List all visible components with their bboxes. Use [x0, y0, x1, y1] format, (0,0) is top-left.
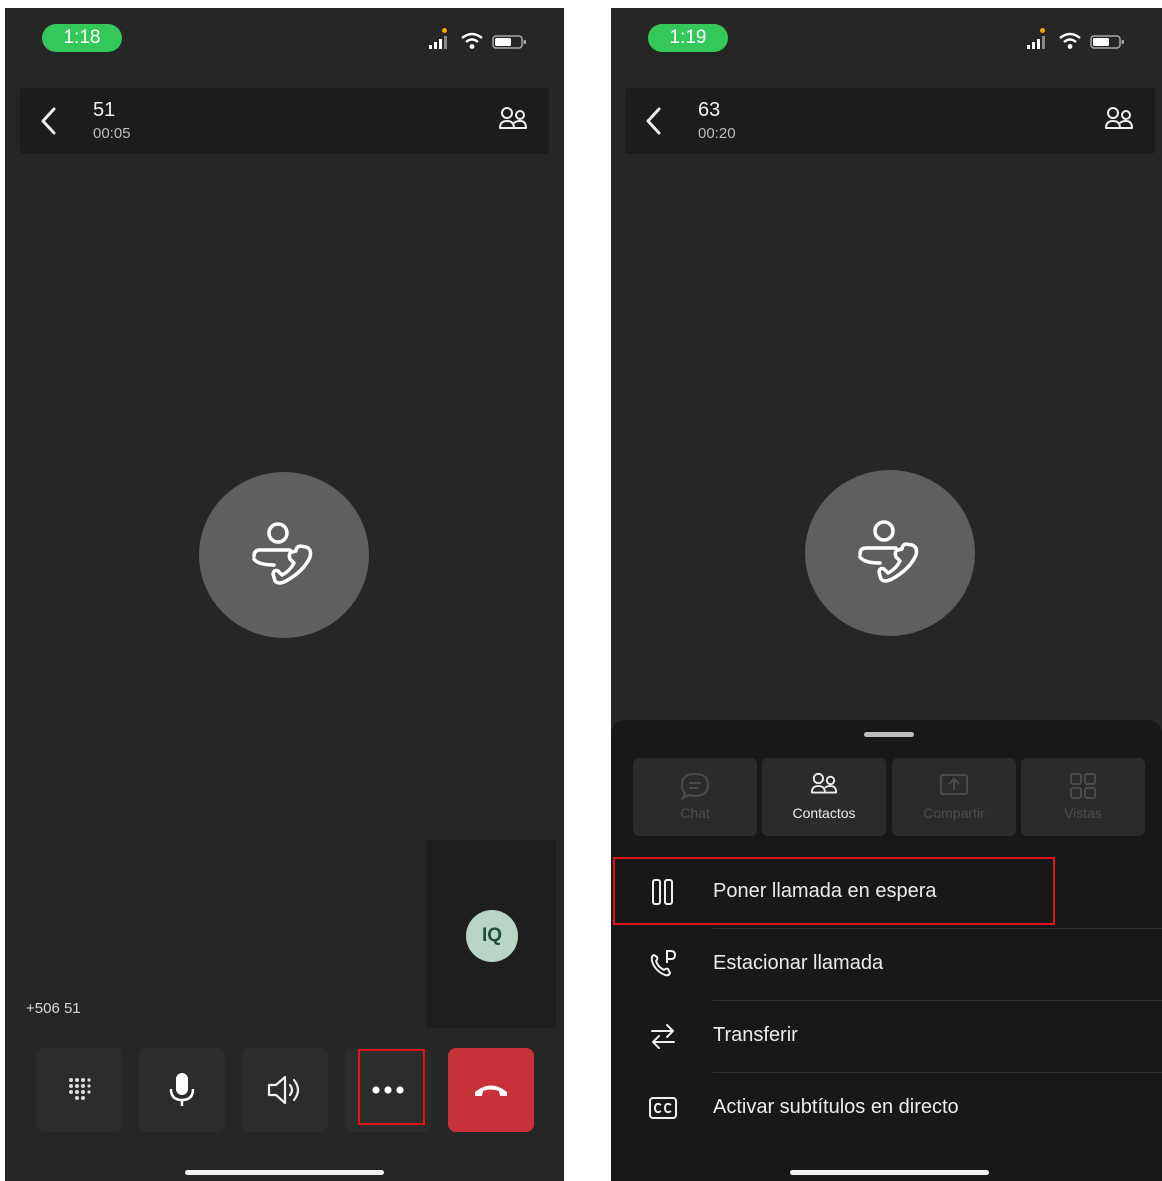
menu-item-live-captions[interactable]: Activar subtítulos en directo — [611, 1075, 1162, 1145]
participants-icon[interactable] — [1103, 105, 1135, 137]
menu-item-label: Activar subtítulos en directo — [713, 1096, 959, 1118]
chat-icon — [680, 772, 710, 800]
tile-contacts-label: Contactos — [792, 805, 856, 821]
dialpad-icon — [69, 1078, 91, 1100]
contacts-icon — [810, 772, 838, 794]
tile-contacts[interactable]: Contactos — [762, 758, 886, 836]
status-icons — [1026, 28, 1136, 54]
tile-views-label: Vistas — [1064, 805, 1102, 821]
back-chevron-icon[interactable] — [38, 106, 60, 136]
more-options-sheet: Chat Contactos Compartir Vistas Poner ll… — [611, 720, 1162, 1181]
speaker-button[interactable] — [242, 1048, 328, 1132]
dialpad-button[interactable] — [36, 1048, 122, 1132]
end-call-icon — [475, 1085, 507, 1096]
tile-share-label: Compartir — [923, 805, 985, 821]
tile-chat[interactable]: Chat — [633, 758, 757, 836]
share-screen-icon — [940, 774, 968, 795]
end-call-button[interactable] — [448, 1048, 534, 1132]
signal-icon — [1027, 36, 1045, 49]
call-screen-right: 1:19 63 00:20 Chat Contactos Compartir V… — [611, 8, 1162, 1181]
sheet-grabber[interactable] — [864, 732, 914, 737]
status-time: 1:19 — [648, 24, 728, 52]
call-screen-left: 1:18 51 00:05 IQ +506 51 — [5, 8, 564, 1181]
highlight-hold-call — [613, 857, 1055, 925]
person-phone-icon — [252, 522, 313, 585]
call-header: 51 00:05 — [20, 88, 549, 154]
caller-avatar — [805, 470, 975, 636]
menu-divider — [713, 1000, 1162, 1001]
tile-chat-label: Chat — [680, 805, 710, 821]
home-indicator — [185, 1170, 384, 1175]
mute-button[interactable] — [139, 1048, 225, 1132]
caller-number: +506 51 — [26, 1000, 81, 1017]
microphone-icon — [169, 1073, 195, 1106]
wifi-icon — [1059, 32, 1081, 49]
menu-divider — [713, 1072, 1162, 1073]
battery-icon — [492, 35, 526, 49]
menu-divider — [713, 928, 1162, 929]
captions-icon — [649, 1097, 677, 1119]
call-timer: 00:20 — [698, 125, 736, 142]
status-icons — [428, 28, 538, 54]
call-controls — [36, 1048, 534, 1132]
person-phone-icon — [858, 520, 919, 583]
caller-avatar — [199, 472, 369, 638]
tile-views[interactable]: Vistas — [1021, 758, 1145, 836]
recording-dot — [1040, 28, 1045, 33]
call-timer: 00:05 — [93, 125, 131, 142]
park-call-icon — [650, 950, 677, 977]
speaker-icon — [267, 1075, 300, 1105]
home-indicator — [790, 1170, 989, 1175]
recording-dot — [442, 28, 447, 33]
self-initials-avatar: IQ — [466, 910, 518, 962]
signal-icon — [429, 36, 447, 49]
transfer-icon — [651, 1024, 675, 1049]
menu-item-label: Transferir — [713, 1024, 798, 1046]
call-title: 51 — [93, 99, 116, 121]
highlight-more-button — [358, 1049, 425, 1125]
status-time: 1:18 — [42, 24, 122, 52]
call-title: 63 — [698, 99, 721, 121]
tile-share[interactable]: Compartir — [892, 758, 1016, 836]
battery-icon — [1090, 35, 1124, 49]
menu-item-park-call[interactable]: Estacionar llamada — [611, 931, 1162, 1001]
menu-item-label: Estacionar llamada — [713, 952, 884, 974]
self-view-tile[interactable]: IQ — [427, 840, 556, 1028]
grid-view-icon — [1070, 773, 1096, 799]
call-header: 63 00:20 — [625, 88, 1155, 154]
back-chevron-icon[interactable] — [643, 106, 665, 136]
wifi-icon — [461, 32, 483, 49]
participants-icon[interactable] — [497, 105, 529, 137]
menu-item-transfer[interactable]: Transferir — [611, 1003, 1162, 1073]
